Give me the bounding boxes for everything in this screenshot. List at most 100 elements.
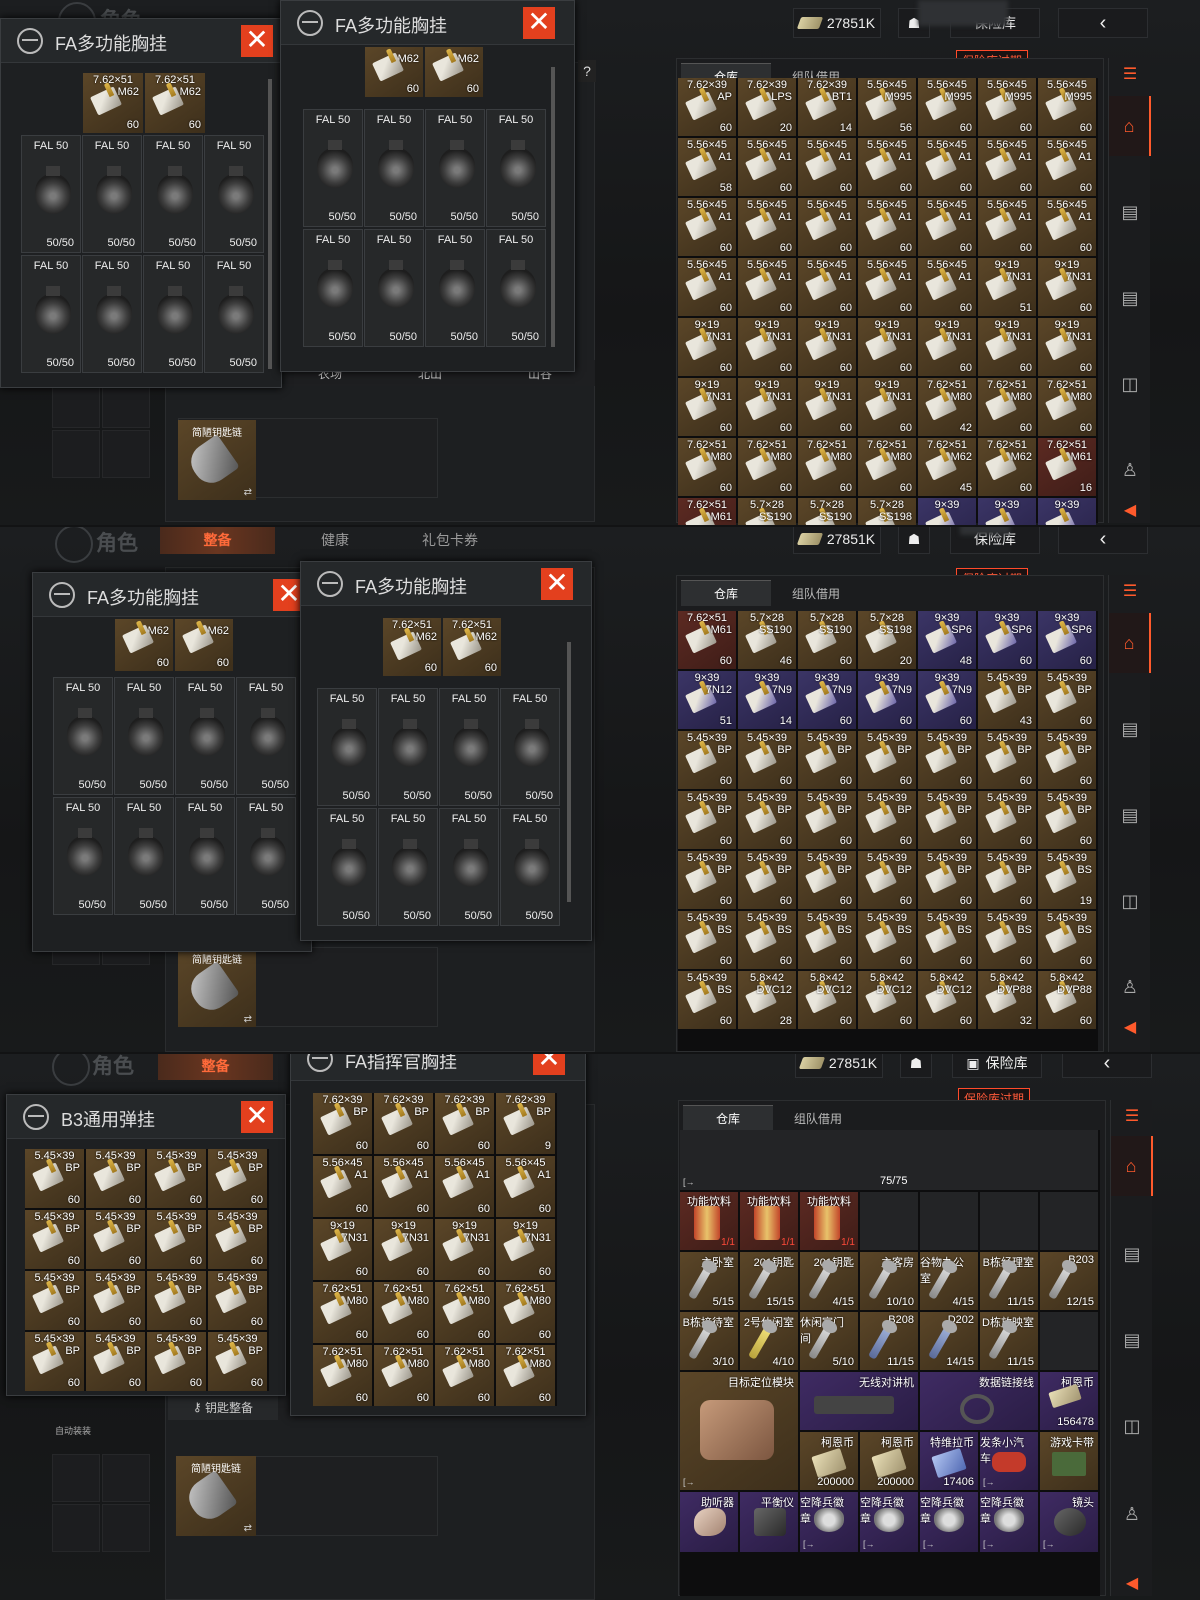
ammo-item[interactable]: 5.45×39 BP 60	[738, 791, 796, 849]
ammo-item[interactable]: 5.45×39 BP 60	[208, 1332, 267, 1391]
keychain-item[interactable]: 简陋钥匙链 ⇄	[178, 947, 256, 1027]
ammo-item[interactable]: 5.45×39 BS 60	[678, 911, 736, 969]
ammo-slot[interactable]: M62 60	[425, 47, 483, 97]
ammo-item[interactable]: 9×19 7N31 60	[858, 378, 916, 436]
key-item[interactable]: 休闲室门间5/10	[800, 1312, 858, 1370]
magazine-item[interactable]: FAL 50 50/50	[175, 677, 235, 795]
magazine-item[interactable]: FAL 50 50/50	[364, 229, 424, 347]
ammo-item[interactable]: 5.45×39 BP 60	[858, 731, 916, 789]
magazine-item[interactable]: FAL 50 50/50	[486, 229, 546, 347]
ammo-item[interactable]: 5.45×39 BP 60	[978, 791, 1036, 849]
ammo-item[interactable]: 7.62×51 M80 60	[496, 1345, 555, 1406]
ammo-item[interactable]: 5.45×39 BP 60	[798, 731, 856, 789]
magazine-item[interactable]: FAL 50 50/50	[364, 109, 424, 227]
container-icon-2[interactable]: ▤	[1109, 785, 1151, 845]
collapse-icon[interactable]: ◀	[1109, 497, 1151, 523]
magazine-item[interactable]: FAL 50 50/50	[236, 797, 296, 915]
ammo-item[interactable]: 5.45×39 BP 60	[858, 791, 916, 849]
ammo-item[interactable]: 7.62×51 M80 60	[496, 1282, 555, 1343]
ammo-item[interactable]: 5.56×45 A1 60	[798, 258, 856, 316]
container-icon[interactable]: ▤	[1111, 1224, 1153, 1284]
clothing-icon[interactable]: ♙	[1109, 440, 1151, 500]
ammo-item[interactable]: 5.56×45 A1 60	[1038, 198, 1096, 256]
ammo-item[interactable]: 9×19 7N31 60	[798, 318, 856, 376]
ammo-item[interactable]: 9×39	[918, 498, 976, 525]
key-item[interactable]: 201钥匙4/15	[800, 1252, 858, 1310]
scrollbar[interactable]	[551, 67, 555, 347]
ammo-item[interactable]: 7.62×51 M80 60	[1038, 378, 1096, 436]
ammo-item[interactable]: 9×19 7N31 60	[374, 1219, 433, 1280]
storage-item[interactable]: 空降兵徽章 [→	[800, 1492, 858, 1552]
ammo-item[interactable]: 5.45×39 BP 60	[147, 1271, 206, 1330]
ammo-item[interactable]: 9×39 SP6 60	[978, 611, 1036, 669]
sort-icon[interactable]: ☰	[1111, 1100, 1153, 1132]
key-item[interactable]: B208 11/15	[860, 1312, 918, 1370]
magazine-item[interactable]: FAL 50 50/50	[143, 255, 203, 373]
ammo-item[interactable]: 5.8×42 DVC12 60	[918, 971, 976, 1029]
key-item[interactable]: 主卧室 5/15	[680, 1252, 738, 1310]
collapse-icon[interactable]: ◀	[1109, 1014, 1151, 1040]
close-button[interactable]: ✕	[241, 25, 273, 57]
scrollbar[interactable]	[268, 79, 272, 369]
ammo-item[interactable]: 5.45×39 BP 60	[978, 851, 1036, 909]
ammo-item[interactable]: 5.56×45 A1 58	[678, 138, 736, 196]
ammo-item[interactable]: 5.45×39 BP 60	[1038, 671, 1096, 729]
ammo-item[interactable]: 7.62×51 M61 60	[678, 611, 736, 669]
ammo-slot[interactable]: M62 60	[115, 619, 173, 671]
ammo-item[interactable]: 5.45×39 BP 60	[208, 1210, 267, 1269]
toy-car-item[interactable]: 发条小汽车 [→	[980, 1432, 1038, 1490]
coin-item[interactable]: 柯恩币 200000	[800, 1432, 858, 1490]
ammo-item[interactable]: 9×19 7N31 60	[858, 318, 916, 376]
ammo-item[interactable]: 9×39 7N9 14	[738, 671, 796, 729]
magazine-item[interactable]: FAL 50 50/50	[439, 688, 499, 806]
magazine-item[interactable]: FAL 50 50/50	[378, 688, 438, 806]
ammo-item[interactable]: 5.7×28 SS198 20	[858, 611, 916, 669]
ammo-item[interactable]: 5.45×39 BS 60	[1038, 911, 1096, 969]
ammo-item[interactable]: 5.56×45 A1 60	[738, 258, 796, 316]
magazine-item[interactable]: FAL 50 50/50	[114, 677, 174, 795]
ammo-item[interactable]: 5.45×39 BP 60	[25, 1149, 84, 1208]
ammo-item[interactable]: 7.62×51 M80 60	[313, 1345, 372, 1406]
magazine-item[interactable]: FAL 50 50/50	[53, 677, 113, 795]
ammo-item[interactable]: 7.62×51 M61	[678, 498, 736, 525]
ammo-item[interactable]: 7.62×39 BP 60	[435, 1093, 494, 1154]
ammo-item[interactable]: 5.45×39 BP 60	[798, 791, 856, 849]
ammo-item[interactable]: 5.45×39 BP 60	[147, 1332, 206, 1391]
tab-equip[interactable]: 整备	[160, 527, 275, 554]
ammo-item[interactable]: 5.56×45 A1 60	[678, 258, 736, 316]
ammo-item[interactable]: 5.45×39 BS 60	[738, 911, 796, 969]
tab-team-borrow[interactable]: 组队借用	[773, 1105, 863, 1131]
tab-health[interactable]: 健康	[290, 527, 380, 554]
key-item[interactable]: D202 14/15	[920, 1312, 978, 1370]
ammo-item[interactable]: 9×39 7N12 51	[678, 671, 736, 729]
ammo-item[interactable]: 7.62×51 M80 60	[313, 1282, 372, 1343]
magazine-item[interactable]: FAL 50 50/50	[439, 808, 499, 926]
home-icon[interactable]: ⌂	[1109, 613, 1151, 673]
empty-slot[interactable]	[980, 1192, 1038, 1250]
radio-item[interactable]: 无线对讲机	[800, 1372, 918, 1430]
storage-item[interactable]: 助听器	[680, 1492, 738, 1552]
box-icon[interactable]: ◫	[1109, 871, 1151, 931]
magazine-item[interactable]: FAL 50 50/50	[317, 688, 377, 806]
ammo-item[interactable]: 5.8×42 DVP88 60	[1038, 971, 1096, 1029]
storage-item[interactable]: 空降兵徽章 [→	[980, 1492, 1038, 1552]
ammo-item[interactable]: 5.45×39 BP 60	[86, 1332, 145, 1391]
ammo-item[interactable]: 9×19 7N31 60	[678, 378, 736, 436]
tab-gift[interactable]: 礼包卡券	[395, 527, 505, 554]
storage-item[interactable]: 空降兵徽章 [→	[860, 1492, 918, 1552]
ammo-item[interactable]: 9×19 7N31 60	[1038, 318, 1096, 376]
magazine-item[interactable]: FAL 50 50/50	[21, 255, 81, 373]
sort-icon[interactable]: ☰	[1109, 58, 1151, 90]
ammo-item[interactable]: 5.45×39 BP 60	[678, 791, 736, 849]
ammo-slot[interactable]: 7.62×51 M62 60	[443, 618, 501, 676]
ammo-item[interactable]: 5.56×45 A1 60	[738, 138, 796, 196]
ammo-item[interactable]: 5.45×39 BP 60	[208, 1149, 267, 1208]
ammo-item[interactable]: 9×19 7N31 60	[496, 1219, 555, 1280]
game-cart-item[interactable]: 游戏卡带	[1040, 1432, 1098, 1490]
ammo-item[interactable]: 5.45×39 BP 60	[918, 791, 976, 849]
ammo-item[interactable]: 5.56×45 A1 60	[798, 138, 856, 196]
ammo-item[interactable]: 9×19 7N31 60	[313, 1219, 372, 1280]
empty-slot[interactable]	[1040, 1192, 1098, 1250]
ammo-item[interactable]: 5.45×39 BP 60	[678, 731, 736, 789]
key-item[interactable]: B栋经理室11/15	[980, 1252, 1038, 1310]
